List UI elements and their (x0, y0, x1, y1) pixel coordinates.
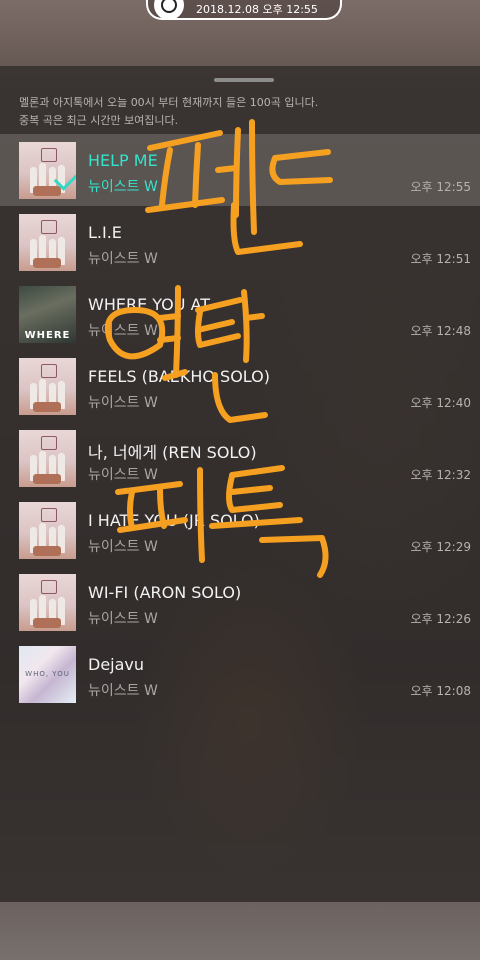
song-row[interactable]: L.I.E 뉴이스트 W 오후 12:51 (0, 206, 480, 278)
status-datetime: 2018.12.08 오후 12:55 (196, 3, 318, 16)
song-title: WI-FI (ARON SOLO) (88, 583, 242, 602)
song-title: 나, 너에게 (REN SOLO) (88, 443, 257, 462)
song-row[interactable]: WI-FI (ARON SOLO) 뉴이스트 W 오후 12:26 (0, 566, 480, 638)
album-art (19, 142, 76, 199)
song-title: I HATE YOU (JR SOLO) (88, 511, 260, 530)
song-artist: 뉴이스트 W (88, 251, 158, 267)
song-time: 오후 12:40 (410, 396, 471, 410)
song-time: 오후 12:48 (410, 324, 471, 338)
album-art (19, 214, 76, 271)
song-artist: 뉴이스트 W (88, 395, 158, 411)
song-time: 오후 12:29 (410, 540, 471, 554)
song-title: WHERE YOU AT (88, 295, 211, 314)
album-art (19, 430, 76, 487)
album-art (19, 502, 76, 559)
album-art (19, 574, 76, 631)
song-row[interactable]: WHO, YOU Dejavu 뉴이스트 W 오후 12:08 (0, 638, 480, 710)
song-row[interactable]: HELP ME 뉴이스트 W 오후 12:55 (0, 134, 480, 206)
info-line-1: 멜론과 아지톡에서 오늘 00시 부터 현재까지 들은 100곡 입니다. (19, 96, 319, 109)
song-time: 오후 12:55 (410, 180, 471, 194)
song-list: HELP ME 뉴이스트 W 오후 12:55 L.I.E 뉴이스트 W 오후 … (0, 134, 480, 710)
song-title: Dejavu (88, 655, 145, 674)
album-art: WHO, YOU (19, 646, 76, 703)
song-row[interactable]: 나, 너에게 (REN SOLO) 뉴이스트 W 오후 12:32 (0, 422, 480, 494)
song-title: HELP ME (88, 151, 158, 170)
album-art: WHERE (19, 286, 76, 343)
album-art-text: WHERE (24, 330, 71, 341)
info-line-2: 중복 곡은 최근 시간만 보여집니다. (19, 114, 179, 127)
sheet-drag-handle[interactable] (214, 78, 274, 82)
song-time: 오후 12:26 (410, 612, 471, 626)
song-title: L.I.E (88, 223, 122, 242)
song-artist: 뉴이스트 W (88, 611, 158, 627)
song-artist: 뉴이스트 W (88, 179, 158, 195)
history-info: 멜론과 아지톡에서 오늘 00시 부터 현재까지 들은 100곡 입니다. 중복… (19, 94, 469, 130)
song-artist: 뉴이스트 W (88, 323, 158, 339)
song-artist: 뉴이스트 W (88, 683, 158, 699)
song-time: 오후 12:08 (410, 684, 471, 698)
bottom-bar (0, 902, 480, 960)
song-time: 오후 12:32 (410, 468, 471, 482)
song-artist: 뉴이스트 W (88, 467, 158, 483)
album-art-text: WHO, YOU (25, 670, 70, 678)
song-row[interactable]: WHERE WHERE YOU AT 뉴이스트 W 오후 12:48 (0, 278, 480, 350)
album-art (19, 358, 76, 415)
song-time: 오후 12:51 (410, 252, 471, 266)
song-title: FEELS (BAEKHO SOLO) (88, 367, 270, 386)
song-row[interactable]: I HATE YOU (JR SOLO) 뉴이스트 W 오후 12:29 (0, 494, 480, 566)
song-row[interactable]: FEELS (BAEKHO SOLO) 뉴이스트 W 오후 12:40 (0, 350, 480, 422)
song-artist: 뉴이스트 W (88, 539, 158, 555)
